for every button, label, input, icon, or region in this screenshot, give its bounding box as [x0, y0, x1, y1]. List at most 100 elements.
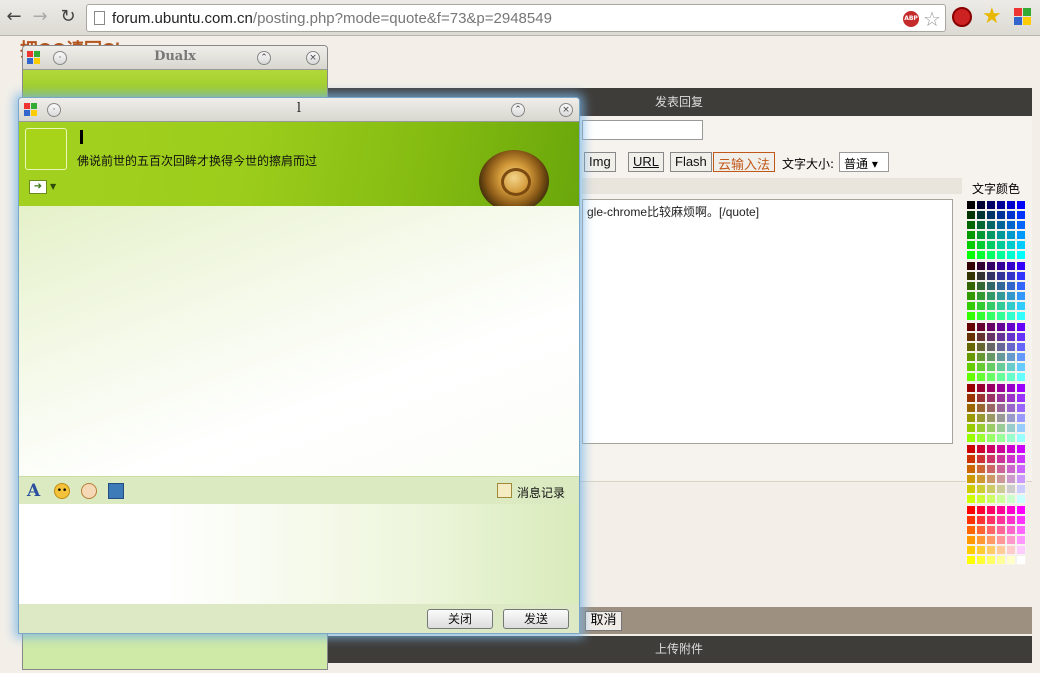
color-swatch[interactable]	[986, 383, 996, 393]
color-swatch[interactable]	[1006, 444, 1016, 454]
color-swatch[interactable]	[1006, 413, 1016, 423]
color-swatch[interactable]	[996, 393, 1006, 403]
color-swatch[interactable]	[976, 474, 986, 484]
color-swatch[interactable]	[996, 454, 1006, 464]
color-swatch[interactable]	[1016, 413, 1026, 423]
color-swatch[interactable]	[966, 464, 976, 474]
color-swatch[interactable]	[1016, 505, 1026, 515]
color-swatch[interactable]	[986, 311, 996, 321]
color-swatch[interactable]	[986, 555, 996, 565]
color-swatch[interactable]	[1016, 383, 1026, 393]
color-swatch[interactable]	[976, 200, 986, 210]
color-swatch[interactable]	[966, 403, 976, 413]
color-swatch[interactable]	[1016, 210, 1026, 220]
color-palette[interactable]	[966, 200, 1026, 565]
color-swatch[interactable]	[986, 301, 996, 311]
color-swatch[interactable]	[986, 210, 996, 220]
color-swatch[interactable]	[966, 322, 976, 332]
color-swatch[interactable]	[996, 474, 1006, 484]
adblock-icon[interactable]: ABP	[903, 11, 919, 27]
color-swatch[interactable]	[1016, 535, 1026, 545]
extension-star-icon[interactable]: ★	[982, 4, 1002, 29]
color-swatch[interactable]	[1006, 250, 1016, 260]
forward-icon[interactable]: →	[30, 7, 50, 27]
close-button[interactable]: 关闭	[427, 609, 493, 629]
color-swatch[interactable]	[1016, 240, 1026, 250]
color-swatch[interactable]	[996, 423, 1006, 433]
color-swatch[interactable]	[966, 301, 976, 311]
dualx-titlebar[interactable]: · Dualx ⌃ ×	[23, 46, 327, 70]
color-swatch[interactable]	[976, 301, 986, 311]
file-transfer-icon[interactable]: ➜	[29, 180, 47, 194]
upload-attachment-bar[interactable]: 上传附件	[326, 636, 1032, 663]
color-swatch[interactable]	[976, 372, 986, 382]
color-swatch[interactable]	[976, 261, 986, 271]
color-swatch[interactable]	[1006, 555, 1016, 565]
color-swatch[interactable]	[1006, 403, 1016, 413]
color-swatch[interactable]	[1016, 200, 1026, 210]
color-swatch[interactable]	[976, 332, 986, 342]
color-swatch[interactable]	[1006, 200, 1016, 210]
color-swatch[interactable]	[1016, 220, 1026, 230]
color-swatch[interactable]	[986, 525, 996, 535]
color-swatch[interactable]	[996, 261, 1006, 271]
send-button[interactable]: 发送	[503, 609, 569, 629]
color-swatch[interactable]	[966, 332, 976, 342]
color-swatch[interactable]	[966, 362, 976, 372]
color-swatch[interactable]	[986, 444, 996, 454]
address-bar[interactable]: forum.ubuntu.com.cn/posting.php?mode=quo…	[86, 4, 946, 32]
color-swatch[interactable]	[976, 210, 986, 220]
color-swatch[interactable]	[996, 505, 1006, 515]
emoji-icon[interactable]: ••	[54, 483, 70, 499]
color-swatch[interactable]	[1006, 383, 1016, 393]
color-swatch[interactable]	[966, 240, 976, 250]
font-icon[interactable]: A	[27, 483, 43, 500]
color-swatch[interactable]	[976, 515, 986, 525]
color-swatch[interactable]	[996, 210, 1006, 220]
color-swatch[interactable]	[1006, 210, 1016, 220]
color-swatch[interactable]	[1006, 484, 1016, 494]
color-swatch[interactable]	[1016, 444, 1026, 454]
color-swatch[interactable]	[996, 342, 1006, 352]
color-swatch[interactable]	[1016, 230, 1026, 240]
color-swatch[interactable]	[986, 515, 996, 525]
color-swatch[interactable]	[1016, 352, 1026, 362]
color-swatch[interactable]	[996, 240, 1006, 250]
color-swatch[interactable]	[1006, 505, 1016, 515]
color-swatch[interactable]	[976, 383, 986, 393]
color-swatch[interactable]	[986, 362, 996, 372]
color-swatch[interactable]	[996, 433, 1006, 443]
color-swatch[interactable]	[966, 413, 976, 423]
color-swatch[interactable]	[966, 525, 976, 535]
color-swatch[interactable]	[1006, 342, 1016, 352]
color-swatch[interactable]	[976, 454, 986, 464]
color-swatch[interactable]	[986, 342, 996, 352]
color-swatch[interactable]	[976, 505, 986, 515]
color-swatch[interactable]	[1016, 474, 1026, 484]
color-swatch[interactable]	[966, 372, 976, 382]
history-icon[interactable]	[497, 483, 512, 498]
color-swatch[interactable]	[966, 250, 976, 260]
color-swatch[interactable]	[1016, 250, 1026, 260]
color-swatch[interactable]	[966, 261, 976, 271]
color-swatch[interactable]	[966, 210, 976, 220]
back-icon[interactable]: ←	[4, 7, 24, 27]
color-swatch[interactable]	[1016, 301, 1026, 311]
color-swatch[interactable]	[1006, 230, 1016, 240]
color-swatch[interactable]	[1006, 474, 1016, 484]
color-swatch[interactable]	[966, 444, 976, 454]
color-swatch[interactable]	[966, 535, 976, 545]
color-swatch[interactable]	[966, 271, 976, 281]
color-swatch[interactable]	[986, 240, 996, 250]
color-swatch[interactable]	[1016, 484, 1026, 494]
maximize-icon[interactable]: ⌃	[257, 51, 271, 65]
color-swatch[interactable]	[996, 464, 1006, 474]
color-swatch[interactable]	[1016, 403, 1026, 413]
color-swatch[interactable]	[976, 250, 986, 260]
color-swatch[interactable]	[1016, 281, 1026, 291]
color-swatch[interactable]	[986, 423, 996, 433]
color-swatch[interactable]	[986, 322, 996, 332]
color-swatch[interactable]	[1006, 352, 1016, 362]
color-swatch[interactable]	[976, 240, 986, 250]
color-swatch[interactable]	[1006, 515, 1016, 525]
